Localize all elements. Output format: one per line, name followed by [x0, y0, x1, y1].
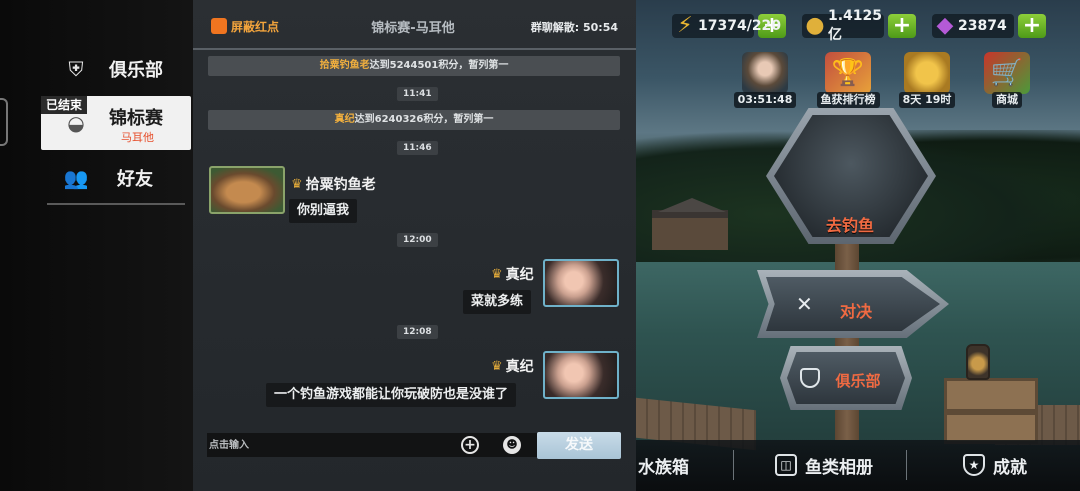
quick-event-label: 8天 19时 — [898, 92, 956, 108]
trophy-fish-icon: 🏆 — [825, 52, 871, 94]
tournament-bowl-icon: ◒ — [67, 111, 85, 135]
achievements-button[interactable]: ★ 成就 — [963, 448, 1027, 482]
quick-profile[interactable]: 03:51:48 — [730, 52, 800, 108]
quick-event[interactable]: 8天 19时 — [892, 52, 962, 108]
plus-icon[interactable]: + — [461, 436, 479, 454]
add-gems-button[interactable]: + — [1018, 14, 1046, 38]
sender-name-text: 真纪 — [505, 359, 534, 375]
user-avatar[interactable] — [209, 166, 285, 214]
gems-resource: ◆ 23874 + — [932, 12, 1046, 40]
message-bubble: 菜就多练 — [463, 290, 532, 314]
chat-title: 锦标赛-马耳他 — [371, 21, 455, 36]
nav-item-tournament-sub: 马耳他 — [121, 131, 154, 144]
system-message: 拾粟钓鱼老达到5244501积分，暂列第一 — [208, 56, 620, 76]
crown-icon: ♛ — [491, 358, 503, 374]
timestamp: 11:46 — [397, 141, 438, 155]
gems-value: 23874 — [958, 18, 1007, 34]
crossed-swords-icon: ✕ — [796, 292, 813, 316]
club-sign-label: 俱乐部 — [835, 372, 881, 390]
coins-resource: ● 1.4125亿 + — [802, 8, 916, 43]
quick-leaderboard-label: 鱼获排行榜 — [816, 92, 880, 108]
send-button[interactable]: 发送 — [537, 432, 621, 459]
avatar-portrait-icon — [742, 52, 788, 94]
lightning-icon: ⚡ — [677, 12, 693, 38]
energy-value: 17374/220 — [698, 18, 782, 34]
wooden-crate — [944, 378, 1038, 444]
sender-name-text: 拾粟钓鱼老 — [305, 177, 376, 193]
duel-label: 对决 — [839, 302, 872, 321]
message-bubble: 一个钓鱼游戏都能让你玩破防也是没谁了 — [266, 383, 517, 407]
quick-shop[interactable]: 🛒 商城 — [972, 52, 1042, 108]
system-message-name: 拾粟钓鱼老 — [319, 60, 370, 71]
sender-name-text: 真纪 — [505, 267, 534, 283]
mute-red-dot-label: 屏蔽红点 — [231, 19, 280, 34]
nav-divider — [47, 203, 185, 205]
nav-item-tournament[interactable]: 已结束 ◒ 锦标赛 马耳他 — [41, 96, 191, 150]
energy-resource: ⚡ 17374/220 + — [672, 12, 786, 40]
album-icon: ◫ — [775, 454, 797, 476]
left-navigation: ⛨ 俱乐部 已结束 ◒ 锦标赛 马耳他 👥 好友 — [0, 0, 193, 491]
sender-name: ♛ 真纪 — [491, 264, 534, 284]
aquarium-label: 水族箱 — [638, 457, 689, 478]
system-message-name: 真纪 — [334, 114, 355, 125]
quick-leaderboard[interactable]: 🏆 鱼获排行榜 — [813, 52, 883, 108]
user-avatar[interactable] — [543, 351, 619, 399]
checkbox-icon — [211, 18, 227, 34]
nav-item-club[interactable]: ⛨ 俱乐部 — [41, 42, 191, 96]
aquarium-button[interactable]: 水族箱 — [638, 448, 689, 482]
quick-profile-label: 03:51:48 — [733, 92, 797, 108]
timestamp: 11:41 — [397, 87, 438, 101]
bottom-divider — [733, 450, 734, 480]
nav-item-friends-label: 好友 — [117, 169, 153, 190]
dissolve-timer: 群聊解散: 50:54 — [531, 19, 618, 35]
system-message: 真纪达到6240326积分，暂列第一 — [208, 110, 620, 130]
sender-name: ♛ 真纪 — [491, 356, 534, 376]
lakeside-cabin — [652, 198, 728, 250]
timestamp: 12:00 — [397, 233, 438, 247]
system-message-text: 达到6240326积分，暂列第一 — [354, 114, 494, 125]
collapse-handle[interactable] — [0, 98, 8, 146]
shield-star-icon: ★ — [963, 454, 985, 476]
go-fishing-label: 去钓鱼 — [825, 216, 874, 235]
shopping-cart-icon: 🛒 — [984, 52, 1030, 94]
nav-item-friends[interactable]: 👥 好友 — [41, 151, 191, 205]
achievements-label: 成就 — [993, 457, 1027, 478]
add-coins-button[interactable]: + — [888, 14, 916, 38]
chat-header: 屏蔽红点 锦标赛-马耳他 群聊解散: 50:54 — [193, 0, 636, 50]
nav-item-tournament-label: 锦标赛 — [109, 108, 163, 129]
shield-icon: ⛨ — [68, 57, 84, 81]
crown-icon: ♛ — [491, 266, 503, 282]
nav-item-club-label: 俱乐部 — [109, 60, 163, 81]
quick-shop-label: 商城 — [992, 92, 1022, 108]
emoji-icon[interactable]: ☻ — [503, 436, 521, 454]
gem-icon: ◆ — [936, 12, 954, 38]
chat-panel: 屏蔽红点 锦标赛-马耳他 群聊解散: 50:54 拾粟钓鱼老达到5244501积… — [193, 0, 636, 491]
dissolve-timer-value: 50:54 — [582, 21, 618, 34]
timestamp: 12:08 — [397, 325, 438, 339]
friends-icon: 👥 — [63, 166, 89, 190]
shield-icon — [800, 368, 820, 388]
system-message-text: 达到5244501积分，暂列第一 — [369, 60, 509, 71]
message-bubble: 你别逼我 — [289, 199, 358, 223]
chat-input-row: + ☻ — [207, 433, 537, 457]
fish-album-label: 鱼类相册 — [805, 457, 873, 478]
chat-input[interactable] — [207, 433, 457, 457]
golden-fish-icon — [904, 52, 950, 94]
crown-icon: ♛ — [291, 176, 303, 192]
mute-red-dot-toggle[interactable]: 屏蔽红点 — [211, 17, 279, 35]
lantern — [966, 344, 990, 380]
coins-value: 1.4125亿 — [828, 8, 883, 43]
fish-album-button[interactable]: ◫ 鱼类相册 — [775, 448, 873, 482]
dissolve-timer-label: 群聊解散: — [530, 21, 580, 34]
user-avatar[interactable] — [543, 259, 619, 307]
coin-icon: ● — [805, 12, 825, 38]
sender-name: ♛ 拾粟钓鱼老 — [291, 174, 376, 194]
bottom-divider — [906, 450, 907, 480]
